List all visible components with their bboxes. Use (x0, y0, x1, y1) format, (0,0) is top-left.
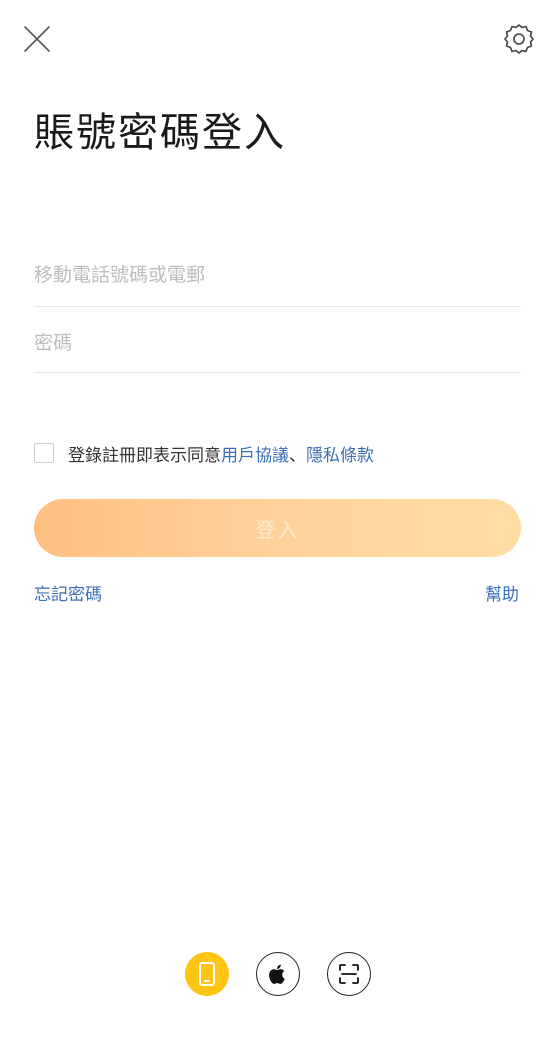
login-button-label: 登入 (255, 517, 300, 542)
phone-login-button[interactable] (185, 952, 229, 996)
agreement-separator: 、 (289, 445, 306, 466)
scan-icon (339, 964, 359, 984)
password-field-container (34, 324, 521, 373)
privacy-link[interactable]: 隱私條款 (306, 441, 374, 466)
agreement-prefix: 登錄註冊即表示同意 (68, 445, 221, 466)
apple-icon (269, 964, 285, 984)
phone-icon (199, 962, 215, 986)
password-input[interactable] (34, 324, 521, 362)
agreement-row: 登錄註冊即表示同意 用戶協議 、 隱私條款 (34, 440, 374, 466)
page-title: 賬號密碼登入 (34, 110, 286, 156)
forgot-password-link[interactable]: 忘記密碼 (34, 580, 102, 605)
close-icon (24, 26, 50, 52)
help-link[interactable]: 幫助 (485, 580, 519, 605)
login-methods (0, 952, 555, 996)
apple-login-button[interactable] (256, 952, 300, 996)
login-button[interactable]: 登入 (34, 499, 521, 557)
phone-email-field-container (34, 256, 521, 307)
close-button[interactable] (22, 24, 52, 54)
phone-email-input[interactable] (34, 256, 521, 294)
user-agreement-link[interactable]: 用戶協議 (221, 441, 289, 466)
agreement-checkbox[interactable] (34, 443, 54, 463)
scan-login-button[interactable] (327, 952, 371, 996)
gear-icon (504, 24, 534, 54)
settings-button[interactable] (502, 22, 536, 56)
